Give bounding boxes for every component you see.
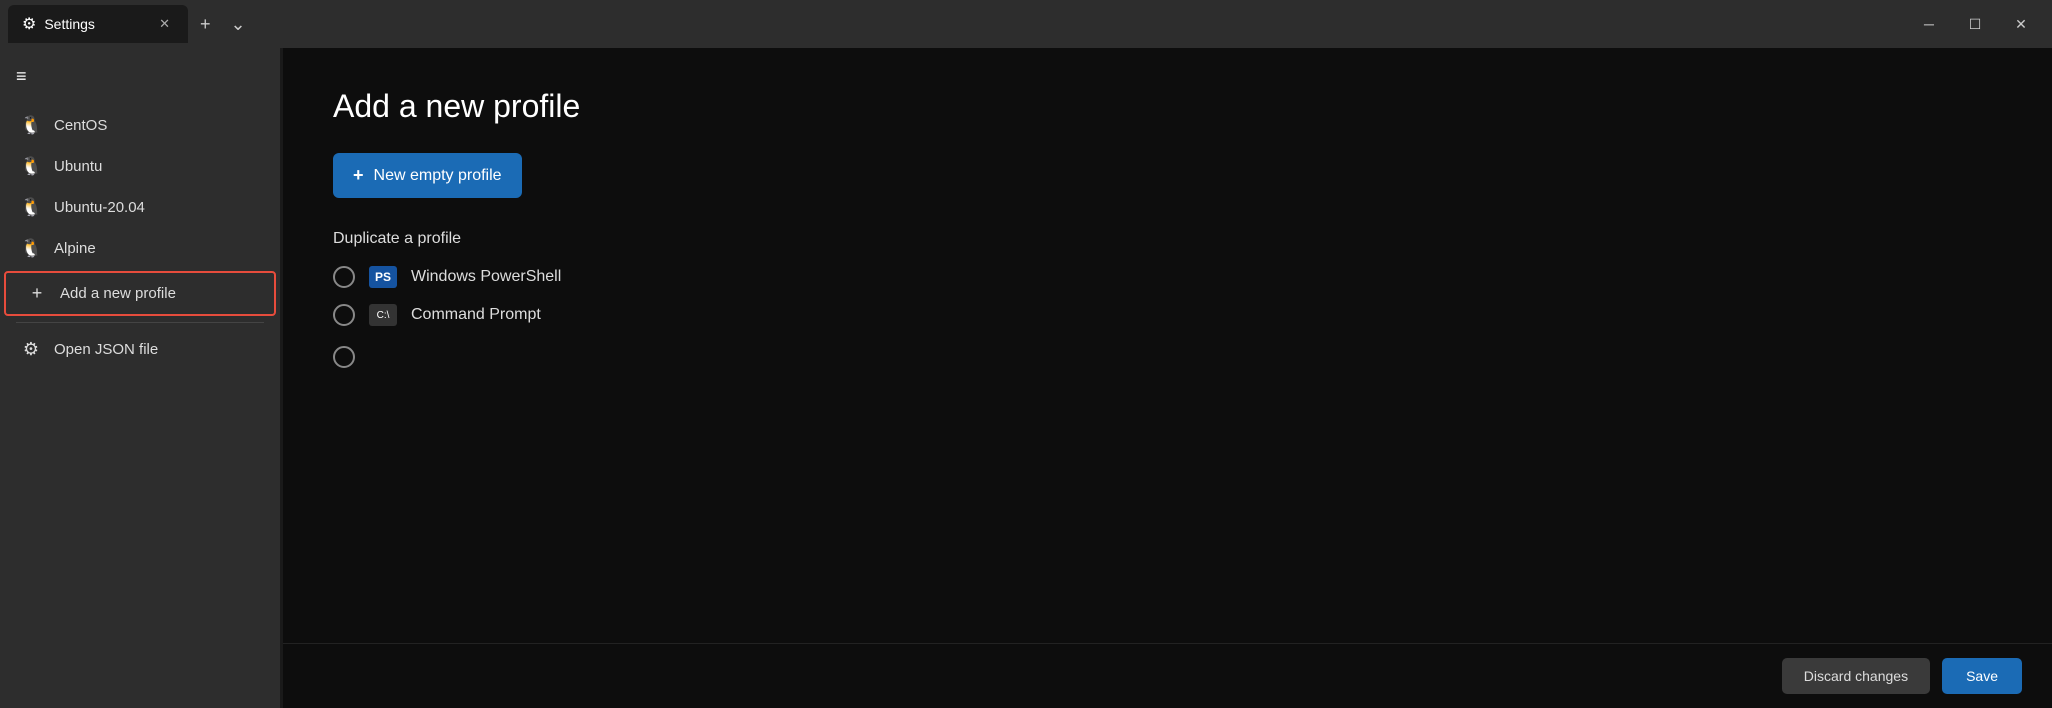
ubuntu2004-icon: 🐧 — [20, 197, 42, 218]
close-button[interactable]: ✕ — [1998, 8, 2044, 40]
open-json-icon: ⚙ — [20, 339, 42, 360]
new-profile-btn-label: New empty profile — [374, 167, 502, 185]
sidebar-scroll-area: 🐧 CentOS 🐧 Ubuntu 🐧 Ubuntu-20.04 🐧 Alpin… — [0, 105, 280, 708]
sidebar-item-add-profile[interactable]: + Add a new profile — [4, 271, 276, 316]
window-controls: ─ ☐ ✕ — [1906, 8, 2044, 40]
gear-icon: ⚙ — [22, 14, 36, 34]
sidebar-item-label-add-profile: Add a new profile — [60, 285, 176, 302]
content-area: Add a new profile + New empty profile Du… — [283, 48, 2052, 708]
profile-option-cmd[interactable]: C:\ Command Prompt — [333, 304, 2002, 326]
new-tab-button[interactable]: + — [192, 10, 219, 39]
alpine-icon: 🐧 — [20, 238, 42, 259]
page-title: Add a new profile — [333, 88, 2002, 125]
discard-changes-button[interactable]: Discard changes — [1782, 658, 1930, 694]
sidebar: ≡ 🐧 CentOS 🐧 Ubuntu 🐧 Ubuntu-20.04 🐧 Alp… — [0, 48, 280, 708]
powershell-icon: PS — [369, 266, 397, 288]
profile-option-powershell[interactable]: PS Windows PowerShell — [333, 266, 2002, 288]
tab-label: Settings — [44, 16, 95, 32]
bottom-bar: Discard changes Save — [283, 643, 2052, 708]
sidebar-divider — [16, 322, 264, 323]
sidebar-item-alpine[interactable]: 🐧 Alpine — [0, 228, 280, 269]
maximize-button[interactable]: ☐ — [1952, 8, 1998, 40]
save-button[interactable]: Save — [1942, 658, 2022, 694]
tab-close-button[interactable]: ✕ — [155, 14, 174, 34]
minimize-button[interactable]: ─ — [1906, 8, 1952, 40]
duplicate-label: Duplicate a profile — [333, 230, 2002, 248]
radio-cmd[interactable] — [333, 304, 355, 326]
ubuntu-icon: 🐧 — [20, 156, 42, 177]
title-bar: ⚙ Settings ✕ + ⌄ ─ ☐ ✕ — [0, 0, 2052, 48]
main-container: ≡ 🐧 CentOS 🐧 Ubuntu 🐧 Ubuntu-20.04 🐧 Alp… — [0, 48, 2052, 708]
sidebar-item-ubuntu2004[interactable]: 🐧 Ubuntu-20.04 — [0, 187, 280, 228]
new-profile-plus-icon: + — [353, 165, 364, 186]
centos-icon: 🐧 — [20, 115, 42, 136]
hamburger-menu[interactable]: ≡ — [0, 56, 280, 97]
cmd-icon: C:\ — [369, 304, 397, 326]
sidebar-item-open-json[interactable]: ⚙ Open JSON file — [0, 329, 280, 370]
dropdown-button[interactable]: ⌄ — [223, 10, 254, 39]
profile-option-partial — [333, 346, 2002, 368]
sidebar-item-label-ubuntu2004: Ubuntu-20.04 — [54, 199, 145, 216]
add-profile-icon: + — [26, 283, 48, 304]
sidebar-item-label-centos: CentOS — [54, 117, 107, 134]
sidebar-item-label-open-json: Open JSON file — [54, 341, 158, 358]
settings-tab[interactable]: ⚙ Settings ✕ — [8, 5, 188, 43]
radio-powershell[interactable] — [333, 266, 355, 288]
sidebar-item-label-alpine: Alpine — [54, 240, 96, 257]
radio-partial[interactable] — [333, 346, 355, 368]
new-empty-profile-button[interactable]: + New empty profile — [333, 153, 522, 198]
cmd-label: Command Prompt — [411, 306, 541, 324]
powershell-label: Windows PowerShell — [411, 268, 561, 286]
sidebar-item-centos[interactable]: 🐧 CentOS — [0, 105, 280, 146]
sidebar-item-ubuntu[interactable]: 🐧 Ubuntu — [0, 146, 280, 187]
sidebar-item-label-ubuntu: Ubuntu — [54, 158, 102, 175]
